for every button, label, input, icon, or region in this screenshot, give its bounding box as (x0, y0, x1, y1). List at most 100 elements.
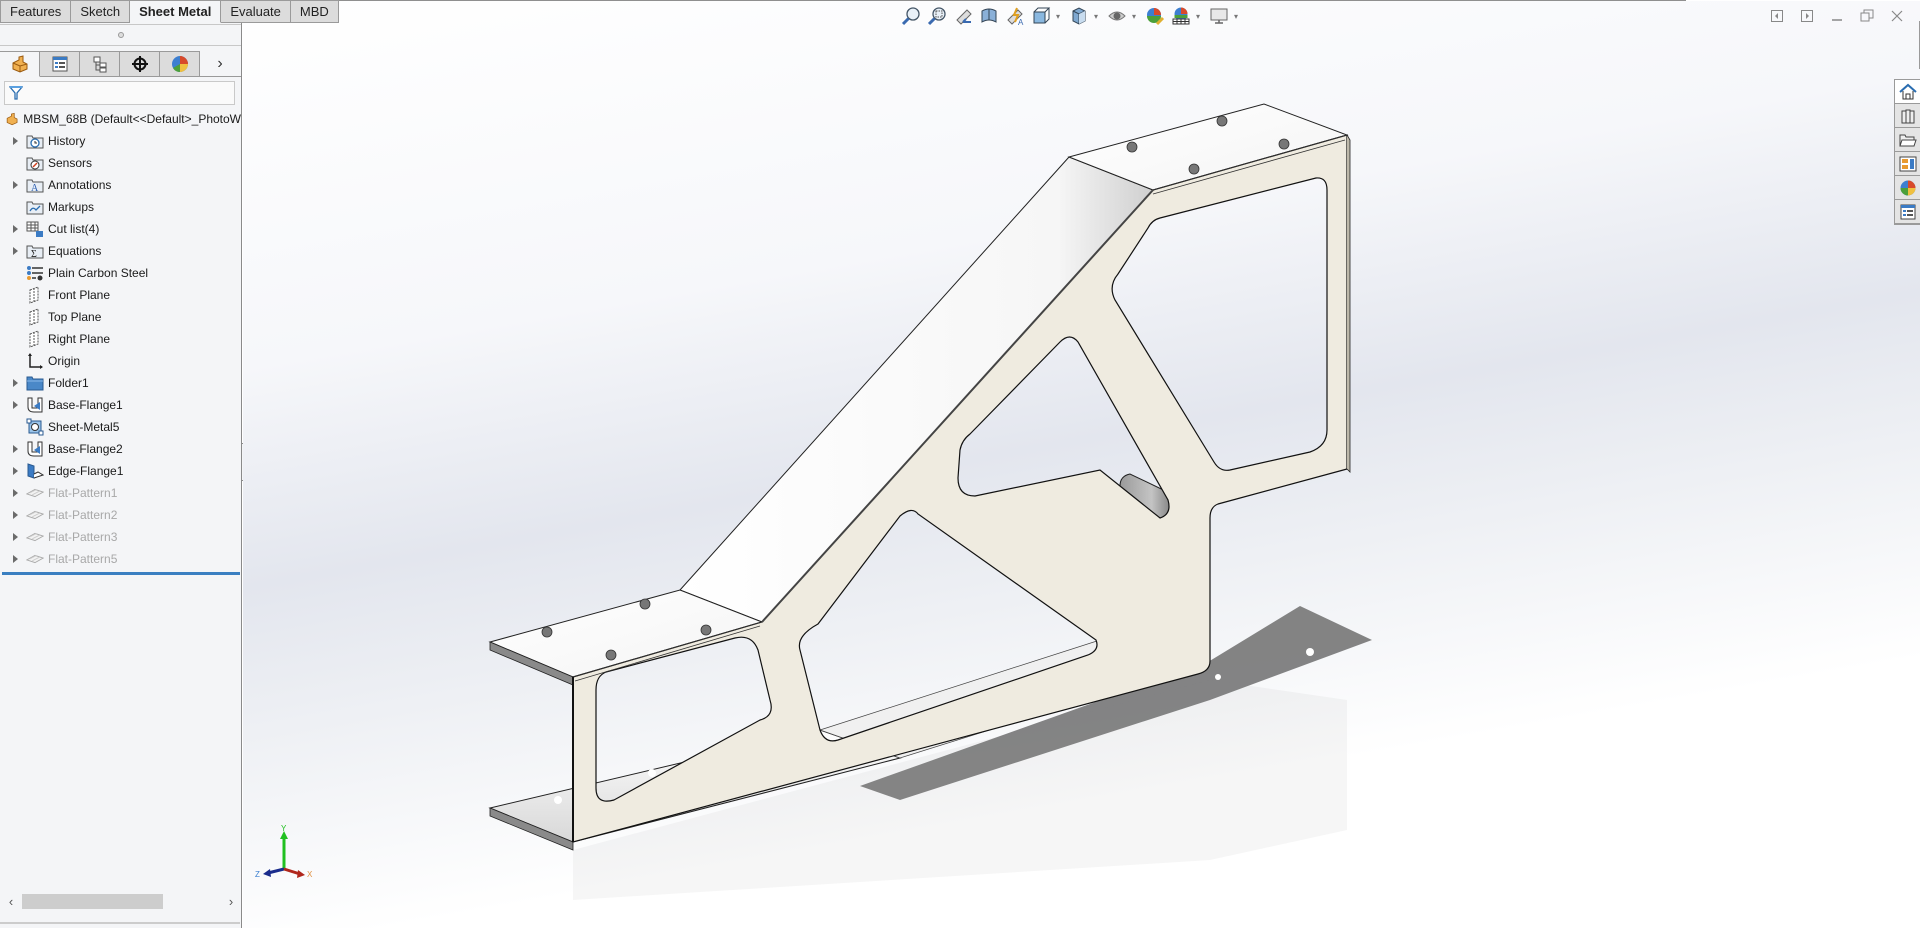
view-orientation-dropdown[interactable]: ▾ (1056, 12, 1064, 21)
tree-item-base-flange2[interactable]: Base-Flange2 (0, 438, 241, 460)
view-settings-button[interactable] (1208, 5, 1230, 27)
manager-tabs-more-button[interactable]: › (200, 51, 240, 77)
tree-item-annotations[interactable]: A Annotations (0, 174, 241, 196)
task-pane-custom-properties-button[interactable] (1895, 200, 1920, 224)
expand-arrow-icon[interactable] (0, 398, 26, 412)
expand-arrow-icon[interactable] (0, 222, 26, 236)
tree-item-flat-pattern2[interactable]: Flat-Pattern2 (0, 504, 241, 526)
tree-item-top-plane[interactable]: Top Plane (0, 306, 241, 328)
plane-icon (26, 330, 44, 348)
feature-manager-tab[interactable] (0, 51, 40, 77)
section-view-button[interactable] (978, 5, 1000, 27)
restore-button[interactable] (1858, 7, 1876, 25)
window-controls (1768, 7, 1906, 25)
display-style-dropdown[interactable]: ▾ (1094, 12, 1102, 21)
tree-item-base-flange1[interactable]: Base-Flange1 (0, 394, 241, 416)
hide-show-items-button[interactable] (1106, 5, 1128, 27)
expand-arrow-icon[interactable] (0, 442, 26, 456)
triad-y-label: Y (281, 825, 287, 833)
folder-open-icon (1898, 134, 1917, 146)
flange-hole (639, 598, 651, 610)
tree-item-plain-carbon-steel[interactable]: Plain Carbon Steel (0, 262, 241, 284)
tree-item-sheet-metal5[interactable]: Sheet-Metal5 (0, 416, 241, 438)
tree-item-cut-list-4[interactable]: Cut list(4) (0, 218, 241, 240)
tree-item-label: Sheet-Metal5 (48, 420, 120, 434)
feature-manager-panel: › MBSM_68B (Default<<Default>_PhotoW His… (0, 23, 242, 928)
dimxpert-manager-tab[interactable] (120, 51, 160, 77)
expand-arrow-icon[interactable] (0, 244, 26, 258)
tab-evaluate[interactable]: Evaluate (221, 0, 291, 23)
minimize-button[interactable] (1828, 7, 1846, 25)
tree-item-right-plane[interactable]: Right Plane (0, 328, 241, 350)
scroll-right-button[interactable]: › (224, 894, 238, 909)
grip-dot (117, 32, 124, 38)
tree-item-folder1[interactable]: Folder1 (0, 372, 241, 394)
display-style-button[interactable] (1068, 5, 1090, 27)
tree-item-label: Markups (48, 200, 95, 214)
flange-hole (541, 626, 553, 638)
task-pane-home-button[interactable] (1895, 80, 1920, 104)
expand-arrow-icon[interactable] (0, 134, 26, 148)
feature-tree: MBSM_68B (Default<<Default>_PhotoW Histo… (0, 108, 241, 575)
expand-arrow-icon[interactable] (0, 508, 26, 522)
tree-item-flat-pattern3[interactable]: Flat-Pattern3 (0, 526, 241, 548)
tree-item-flat-pattern1[interactable]: Flat-Pattern1 (0, 482, 241, 504)
zoom-to-area-button[interactable] (926, 5, 948, 27)
tab-features[interactable]: Features (0, 0, 72, 23)
flat-pattern-icon (26, 484, 44, 502)
tile-left-button[interactable] (1768, 7, 1786, 25)
markups-folder-icon (26, 198, 44, 216)
model-scene[interactable] (243, 1, 1920, 928)
tree-filter-input[interactable] (4, 81, 235, 105)
tree-item-label: Equations (48, 244, 102, 258)
part-icon (6, 112, 18, 126)
previous-view-button[interactable] (952, 5, 974, 27)
task-pane-file-explorer-button[interactable] (1895, 128, 1920, 152)
tree-item-front-plane[interactable]: Front Plane (0, 284, 241, 306)
tree-item-equations[interactable]: Σ Equations (0, 240, 241, 262)
tree-item-flat-pattern5[interactable]: Flat-Pattern5 (0, 548, 241, 570)
scroll-left-button[interactable]: ‹ (4, 894, 18, 909)
edit-appearance-button[interactable] (1144, 5, 1166, 27)
tree-item-edge-flange1[interactable]: Edge-Flange1 (0, 460, 241, 482)
tree-item-history[interactable]: History (0, 130, 241, 152)
tab-sheet-metal[interactable]: Sheet Metal (130, 0, 222, 23)
shadow-hole (1215, 674, 1221, 680)
tab-mbd[interactable]: MBD (290, 0, 339, 23)
configuration-manager-tab[interactable] (80, 51, 120, 77)
expand-arrow-icon[interactable] (0, 552, 26, 566)
graphics-area[interactable]: A ▾ ▾ ▾ ▾ ▾ (243, 1, 1920, 928)
tile-right-icon (1801, 10, 1813, 22)
tree-item-sensors[interactable]: Sensors (0, 152, 241, 174)
tile-right-button[interactable] (1798, 7, 1816, 25)
rollback-bar[interactable] (2, 572, 240, 575)
task-pane-view-palette-button[interactable] (1895, 152, 1920, 176)
expand-arrow-icon[interactable] (0, 178, 26, 192)
task-pane-design-library-button[interactable] (1895, 104, 1920, 128)
close-button[interactable] (1888, 7, 1906, 25)
expand-arrow-icon[interactable] (0, 486, 26, 500)
property-manager-tab[interactable] (40, 51, 80, 77)
tree-root-part[interactable]: MBSM_68B (Default<<Default>_PhotoW (0, 108, 241, 130)
tab-sketch[interactable]: Sketch (71, 0, 131, 23)
scroll-track[interactable] (18, 893, 224, 909)
expand-arrow-icon[interactable] (0, 464, 26, 478)
task-pane-appearances-button[interactable] (1895, 176, 1920, 200)
display-manager-tab[interactable] (160, 51, 200, 77)
dynamic-annotation-views-button[interactable]: A (1004, 5, 1026, 27)
tree-item-label: Sensors (48, 156, 93, 170)
horizontal-scrollbar[interactable]: ‹ › (4, 893, 238, 909)
scroll-thumb[interactable] (22, 893, 163, 909)
expand-arrow-icon[interactable] (0, 376, 26, 390)
apply-scene-button[interactable] (1170, 5, 1192, 27)
view-settings-dropdown[interactable]: ▾ (1234, 12, 1242, 21)
tree-item-origin[interactable]: Origin (0, 350, 241, 372)
tree-item-markups[interactable]: Markups (0, 196, 241, 218)
expand-arrow-icon[interactable] (0, 530, 26, 544)
panel-grip[interactable] (0, 24, 241, 46)
triad-x-label: X (307, 870, 313, 879)
hide-show-items-dropdown[interactable]: ▾ (1132, 12, 1140, 21)
zoom-to-fit-button[interactable] (900, 5, 922, 27)
apply-scene-dropdown[interactable]: ▾ (1196, 12, 1204, 21)
view-orientation-button[interactable] (1030, 5, 1052, 27)
